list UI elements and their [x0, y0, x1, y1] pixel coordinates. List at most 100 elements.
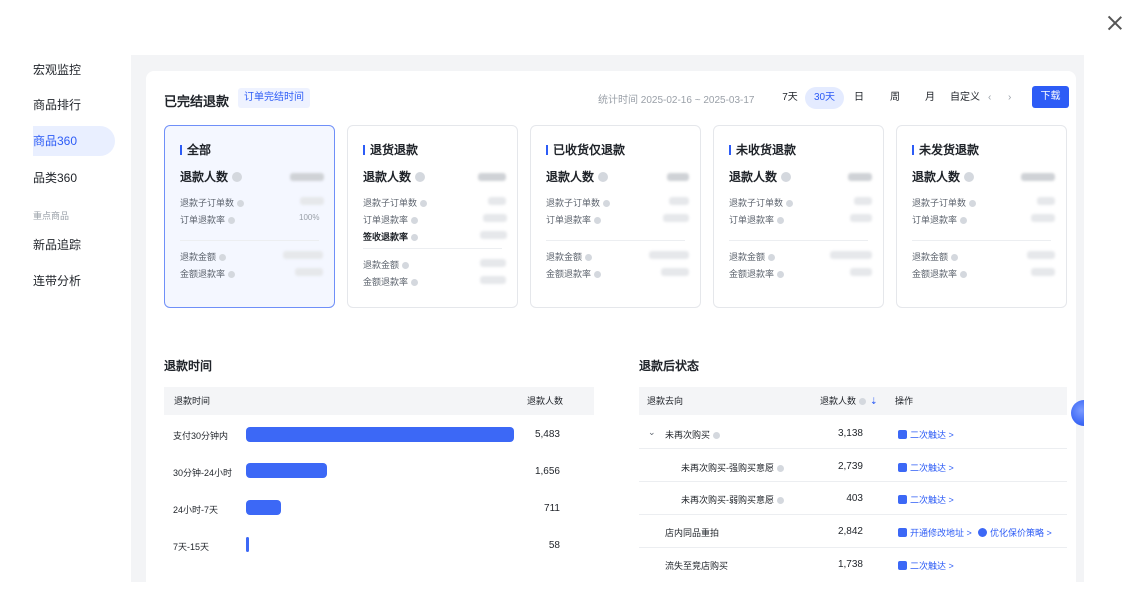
- refund-time-title: 退款时间: [164, 359, 213, 373]
- next-arrow-icon[interactable]: ›: [1008, 87, 1011, 109]
- action-link[interactable]: 二次触达 >: [898, 461, 954, 474]
- row-value: 3,138: [837, 428, 863, 439]
- blurred-value: [488, 197, 506, 205]
- period-30d[interactable]: 30天: [805, 87, 844, 109]
- blurred-value: [480, 259, 506, 267]
- card-title: 已收货仅退款: [546, 141, 625, 158]
- period-custom[interactable]: 自定义: [950, 87, 980, 109]
- info-icon: [603, 200, 611, 207]
- metric-label: 金额退款率: [363, 275, 419, 288]
- blurred-value: [830, 251, 872, 259]
- download-button[interactable]: 下载: [1032, 86, 1069, 108]
- sort-icon[interactable]: ⇣: [870, 396, 878, 406]
- metric-label: 订单退款率: [912, 213, 968, 226]
- sidebar-item-category-360[interactable]: 品类360: [33, 163, 115, 193]
- sidebar-item-new-product-tracking[interactable]: 新品追踪: [33, 230, 115, 260]
- metric-label: 金额退款率: [912, 267, 968, 280]
- blurred-value: [1031, 268, 1055, 276]
- assistant-icon[interactable]: [1071, 400, 1084, 426]
- info-icon: [411, 234, 419, 241]
- info-icon: [237, 200, 245, 207]
- info-icon: [219, 254, 227, 261]
- metric-label: 金额退款率: [546, 267, 602, 280]
- blurred-value: [283, 251, 323, 259]
- card-all[interactable]: 全部 退款人数 退款子订单数 订单退款率 100% 退款金额 金额退款率: [164, 125, 335, 308]
- blurred-value: [480, 276, 506, 284]
- metric-label: 退款子订单数: [180, 196, 245, 209]
- main-content: 已完结退款 订单完结时间 统计时间 2025-02-16 ~ 2025-03-1…: [131, 55, 1084, 582]
- info-icon: [786, 200, 794, 207]
- stat-time: 统计时间 2025-02-16 ~ 2025-03-17: [598, 95, 755, 106]
- period-month[interactable]: 月: [923, 87, 937, 109]
- info-icon: [594, 271, 602, 278]
- sidebar-item-product-ranking[interactable]: 商品排行: [33, 90, 115, 120]
- period-week[interactable]: 周: [888, 87, 902, 109]
- metric-label: 退款子订单数: [912, 196, 977, 209]
- sidebar-item-product-360[interactable]: 商品360: [33, 126, 115, 156]
- bar: [246, 463, 327, 478]
- row-label: 24小时-7天: [173, 505, 219, 515]
- info-icon: [859, 398, 867, 405]
- row-label: 7天-15天: [173, 542, 210, 552]
- info-icon: [411, 217, 419, 224]
- blurred-value: [480, 231, 507, 239]
- refund-status-title: 退款后状态: [639, 359, 700, 373]
- prev-arrow-icon[interactable]: ‹: [988, 87, 991, 109]
- blurred-value: [290, 173, 324, 181]
- row-value: 711: [544, 503, 560, 514]
- action-link[interactable]: 二次触达 >: [898, 493, 954, 506]
- metric-label: 退款金额: [363, 258, 410, 271]
- row-label: 流失至竞店购买: [665, 561, 729, 571]
- action-link[interactable]: 二次触达 >: [898, 428, 954, 441]
- blurred-value: [478, 173, 506, 181]
- row-value: 2,842: [837, 526, 863, 537]
- divider: [180, 240, 319, 241]
- row-value: 2,739: [837, 461, 863, 472]
- card-return-refund[interactable]: 退货退款 退款人数 退款子订单数 订单退款率 签收退款率 退款金额 金额退款率: [347, 125, 518, 308]
- time-type-tag[interactable]: 订单完结时间: [238, 88, 310, 108]
- card-main-metric: 退款人数: [363, 168, 426, 185]
- period-day[interactable]: 日: [852, 87, 866, 109]
- metric-value: 100%: [299, 213, 320, 222]
- blurred-value: [1027, 251, 1055, 259]
- info-icon: [777, 465, 784, 472]
- action-link[interactable]: 开通修改地址 >: [898, 526, 972, 539]
- card-main-metric: 退款人数: [180, 168, 243, 185]
- info-icon: [598, 172, 609, 182]
- info-icon: [402, 262, 410, 269]
- metric-label: 退款子订单数: [729, 196, 794, 209]
- card-title: 未发货退款: [912, 141, 979, 158]
- message-icon: [898, 463, 907, 472]
- col-refund-time: 退款时间: [174, 396, 211, 406]
- info-icon: [411, 279, 419, 286]
- metric-label: 订单退款率: [546, 213, 602, 226]
- blurred-value: [1037, 197, 1055, 205]
- row-label: 支付30分钟内: [173, 431, 229, 441]
- col-refund-destination: 退款去向: [647, 396, 684, 406]
- info-icon: [777, 217, 785, 224]
- card-main-metric: 退款人数: [912, 168, 975, 185]
- period-7d[interactable]: 7天: [781, 87, 799, 109]
- sidebar-item-macro-monitor[interactable]: 宏观监控: [33, 55, 115, 85]
- metric-label: 退款金额: [912, 250, 959, 263]
- close-icon[interactable]: [1104, 12, 1126, 34]
- card-title: 退货退款: [363, 141, 418, 158]
- info-icon: [964, 172, 975, 182]
- metric-label: 退款子订单数: [363, 196, 428, 209]
- card-received-refund-only[interactable]: 已收货仅退款 退款人数 退款子订单数 订单退款率 退款金额 金额退款率: [530, 125, 701, 308]
- metric-label: 订单退款率: [729, 213, 785, 226]
- row-label: 店内同品重拍: [665, 528, 720, 538]
- info-icon: [594, 217, 602, 224]
- divider: [912, 240, 1051, 241]
- card-not-received-refund[interactable]: 未收货退款 退款人数 退款子订单数 订单退款率 退款金额 金额退款率: [713, 125, 884, 308]
- action-link[interactable]: 优化保价策略 >: [978, 526, 1052, 539]
- row-label: 未再次购买: [665, 428, 721, 441]
- sidebar-item-bundle-analysis[interactable]: 连带分析: [33, 266, 115, 296]
- info-icon: [777, 271, 785, 278]
- action-link[interactable]: 二次触达 >: [898, 559, 954, 572]
- info-icon: [585, 254, 593, 261]
- page-title: 已完结退款: [164, 94, 230, 109]
- chevron-down-icon[interactable]: ⌄: [648, 427, 656, 438]
- card-not-shipped-refund[interactable]: 未发货退款 退款人数 退款子订单数 订单退款率 退款金额 金额退款率: [896, 125, 1067, 308]
- info-icon: [960, 217, 968, 224]
